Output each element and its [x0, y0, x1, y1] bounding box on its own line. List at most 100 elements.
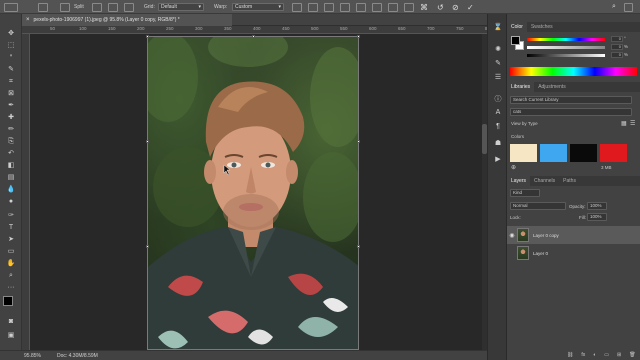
- screen-mode-icon[interactable]: ▣: [3, 330, 19, 340]
- eraser-tool-icon[interactable]: ◧: [3, 160, 19, 170]
- info-icon[interactable]: ⓘ: [493, 94, 503, 103]
- tab-layers[interactable]: Layers: [507, 176, 531, 186]
- properties-icon[interactable]: ☰: [493, 72, 503, 81]
- tab-adjustments[interactable]: Adjustments: [534, 82, 570, 92]
- more-tools-icon[interactable]: ···: [3, 282, 19, 292]
- paragraph-icon[interactable]: ¶: [493, 122, 503, 131]
- cancel-icon[interactable]: ⊘: [452, 2, 459, 12]
- foreground-color-swatch[interactable]: [3, 296, 13, 306]
- close-tab-icon[interactable]: ×: [26, 17, 30, 23]
- transform-icon-7[interactable]: [388, 2, 398, 12]
- reset-icon[interactable]: ↺: [437, 2, 444, 12]
- eyedropper-tool-icon[interactable]: ✒: [3, 100, 19, 110]
- brushes-icon[interactable]: ✎: [493, 58, 503, 67]
- lasso-tool-icon[interactable]: ᐤ: [3, 52, 19, 62]
- portrait-photo[interactable]: [147, 36, 359, 350]
- link-icon[interactable]: ⛓: [567, 352, 573, 358]
- blur-tool-icon[interactable]: 💧: [3, 184, 19, 194]
- fx-icon[interactable]: fx: [581, 352, 585, 358]
- transform-icon-1[interactable]: [292, 2, 302, 12]
- rectangle-tool-icon[interactable]: ▭: [3, 246, 19, 256]
- colors-section-label[interactable]: Colors: [511, 134, 524, 139]
- saturation-slider[interactable]: 0 %: [527, 44, 628, 50]
- document-tab[interactable]: × pexels-photo-1906997 (1).jpeg @ 95.8% …: [22, 14, 232, 26]
- library-search-input[interactable]: Search Current Library: [510, 96, 632, 104]
- marquee-tool-icon[interactable]: ⬚: [3, 40, 19, 50]
- layer-row-selected[interactable]: ◉ Layer 0 copy: [507, 226, 640, 244]
- color-foreground-chip[interactable]: [511, 36, 520, 45]
- tab-libraries[interactable]: Libraries: [507, 82, 535, 92]
- frame-tool-icon[interactable]: ⊠: [3, 88, 19, 98]
- library-color-blue[interactable]: [540, 144, 567, 162]
- mask-icon[interactable]: ◐: [593, 352, 596, 358]
- transform-icon-2[interactable]: [308, 2, 318, 12]
- commit-icon[interactable]: ✓: [467, 2, 474, 12]
- handle-top-center[interactable]: [252, 35, 255, 38]
- library-color-cream[interactable]: [510, 144, 537, 162]
- pen-tool-icon[interactable]: ✑: [3, 210, 19, 220]
- tab-swatches[interactable]: Swatches: [527, 22, 557, 32]
- history-icon[interactable]: ⌛: [493, 22, 503, 31]
- healing-brush-tool-icon[interactable]: ✚: [3, 112, 19, 122]
- handle-top-left[interactable]: [146, 35, 149, 38]
- horizontal-ruler[interactable]: 50 100 150 200 250 300 350 400 450 500 550 600 650 70…: [22, 26, 493, 34]
- handle-mid-right-lower[interactable]: [357, 245, 360, 248]
- grid-view-icon[interactable]: ▦: [621, 120, 627, 127]
- glyphs-icon[interactable]: ☗: [493, 138, 503, 147]
- library-select[interactable]: cats: [510, 108, 632, 116]
- blend-mode-select[interactable]: Normal: [510, 202, 566, 210]
- gradient-tool-icon[interactable]: ▤: [3, 172, 19, 182]
- visibility-eye-icon[interactable]: ◉: [507, 232, 517, 239]
- workspace-icon[interactable]: [624, 2, 633, 12]
- hue-value[interactable]: 0: [611, 36, 623, 42]
- brush-settings-icon[interactable]: ✺: [493, 44, 503, 53]
- zoom-level[interactable]: 95.85%: [24, 353, 41, 359]
- fill-input[interactable]: 100%: [587, 213, 607, 221]
- warp-dropdown[interactable]: Custom: [232, 3, 284, 11]
- canvas-area[interactable]: [30, 34, 482, 350]
- tab-paths[interactable]: Paths: [559, 176, 580, 186]
- handle-top-right[interactable]: [357, 35, 360, 38]
- grid-dropdown[interactable]: Default: [158, 3, 204, 11]
- layer-row[interactable]: Layer 0: [507, 244, 640, 262]
- layer-name[interactable]: Layer 0: [533, 251, 548, 256]
- quick-select-tool-icon[interactable]: ✎: [3, 64, 19, 74]
- transform-icon-6[interactable]: [372, 2, 382, 12]
- clone-stamp-tool-icon[interactable]: ⎘: [3, 136, 19, 146]
- handle-mid-right-upper[interactable]: [357, 140, 360, 143]
- tool-preset-icon[interactable]: [4, 2, 18, 12]
- path-select-tool-icon[interactable]: ➤: [3, 234, 19, 244]
- tab-channels[interactable]: Channels: [530, 176, 559, 186]
- transform-icon-4[interactable]: [340, 2, 350, 12]
- tab-color[interactable]: Color: [507, 22, 527, 32]
- type-tool-icon[interactable]: T: [3, 222, 19, 232]
- add-element-icon[interactable]: ⊕: [511, 164, 516, 171]
- view-by-type[interactable]: View by Type: [511, 121, 538, 126]
- crop-tool-icon[interactable]: ⌗: [3, 76, 19, 86]
- zoom-tool-icon[interactable]: ⌕: [3, 270, 19, 280]
- dodge-tool-icon[interactable]: ●: [3, 196, 19, 206]
- saturation-value[interactable]: 0: [611, 44, 623, 50]
- transform-icon-8[interactable]: [404, 2, 414, 12]
- split-cross-icon[interactable]: [108, 2, 118, 12]
- new-layer-icon[interactable]: ⊞: [617, 352, 621, 358]
- color-spectrum[interactable]: [510, 67, 637, 76]
- folder-icon[interactable]: ▭: [604, 352, 609, 358]
- history-brush-tool-icon[interactable]: ↶: [3, 148, 19, 158]
- grid-icon[interactable]: [124, 2, 134, 12]
- split-horizontal-icon[interactable]: [92, 2, 102, 12]
- opacity-input[interactable]: 100%: [587, 202, 607, 210]
- character-icon[interactable]: A: [493, 108, 503, 117]
- layer-kind-filter[interactable]: Kind: [510, 189, 540, 197]
- list-view-icon[interactable]: ☰: [630, 120, 635, 127]
- split-vertical-icon[interactable]: [60, 2, 70, 12]
- brush-tool-icon[interactable]: ✏: [3, 124, 19, 134]
- transform-icon-3[interactable]: [324, 2, 334, 12]
- brightness-value[interactable]: 0: [611, 52, 623, 58]
- hand-tool-icon[interactable]: ✋: [3, 258, 19, 268]
- quick-mask-icon[interactable]: ◙: [3, 316, 19, 326]
- puppet-icon[interactable]: ⌘: [420, 2, 428, 12]
- handle-mid-left-lower[interactable]: [146, 245, 149, 248]
- library-color-red[interactable]: [600, 144, 627, 162]
- brightness-slider[interactable]: 0 %: [527, 52, 628, 58]
